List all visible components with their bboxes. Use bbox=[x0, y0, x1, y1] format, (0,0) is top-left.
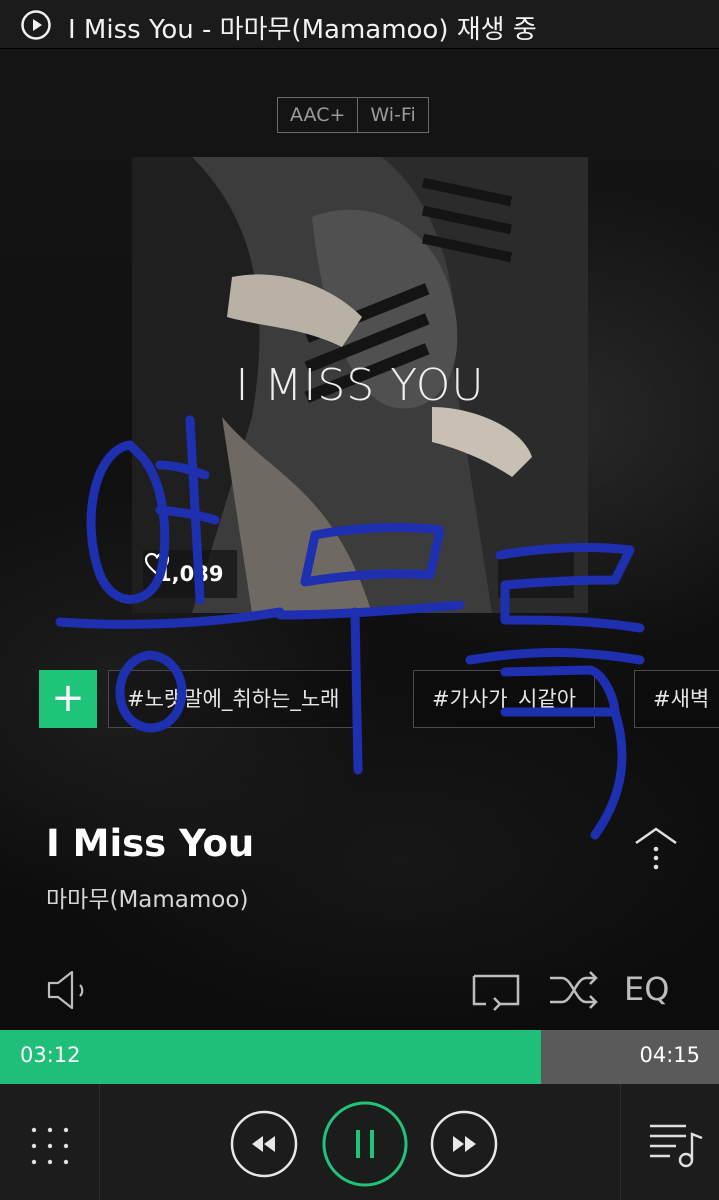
artist-name[interactable]: 마마무(Mamamoo) bbox=[46, 880, 248, 914]
seek-bar-fill bbox=[0, 1030, 542, 1084]
playlist-icon[interactable] bbox=[648, 1120, 704, 1170]
rewind-icon[interactable] bbox=[230, 1110, 298, 1178]
album-title-art: I MISS YOU bbox=[235, 360, 485, 411]
tag-chip[interactable]: #노랫말에_취하는_노래 bbox=[108, 670, 359, 728]
like-button[interactable]: 1,089 bbox=[143, 550, 238, 598]
equalizer-button[interactable]: EQ bbox=[624, 970, 669, 1008]
add-tag-button[interactable]: + bbox=[39, 670, 97, 728]
repeat-icon[interactable] bbox=[470, 968, 522, 1012]
now-playing-notification[interactable]: I Miss You - 마마무(Mamamoo) 재생 중 bbox=[0, 0, 719, 49]
song-title: I Miss You bbox=[46, 822, 255, 865]
quality-badge: AAC+ Wi-Fi bbox=[277, 97, 429, 133]
divider bbox=[620, 1084, 621, 1200]
lyrics-button[interactable] bbox=[498, 550, 574, 598]
playback-controls bbox=[0, 1084, 719, 1200]
codec-label: AAC+ bbox=[290, 104, 346, 126]
divider bbox=[99, 1084, 100, 1200]
elapsed-time: 03:12 bbox=[20, 1043, 81, 1067]
heart-icon bbox=[144, 552, 170, 576]
speaker-icon[interactable] bbox=[46, 968, 96, 1012]
fast-forward-icon[interactable] bbox=[430, 1110, 498, 1178]
now-playing-title: I Miss You - 마마무(Mamamoo) 재생 중 bbox=[68, 15, 537, 45]
total-time: 04:15 bbox=[639, 1043, 700, 1067]
grid-icon[interactable] bbox=[30, 1126, 70, 1166]
seek-bar[interactable]: 03:12 04:15 bbox=[0, 1030, 719, 1084]
pause-icon[interactable] bbox=[321, 1100, 409, 1188]
album-art[interactable]: I MISS YOU 1,089 bbox=[132, 157, 588, 613]
tag-chip[interactable]: #새벽 bbox=[634, 670, 719, 728]
network-label: Wi-Fi bbox=[357, 98, 427, 132]
play-circle-icon bbox=[21, 10, 51, 40]
shuffle-icon[interactable] bbox=[548, 968, 600, 1012]
tag-chip[interactable]: #가사가_시같아 bbox=[413, 670, 596, 728]
more-options-icon[interactable] bbox=[630, 825, 682, 873]
